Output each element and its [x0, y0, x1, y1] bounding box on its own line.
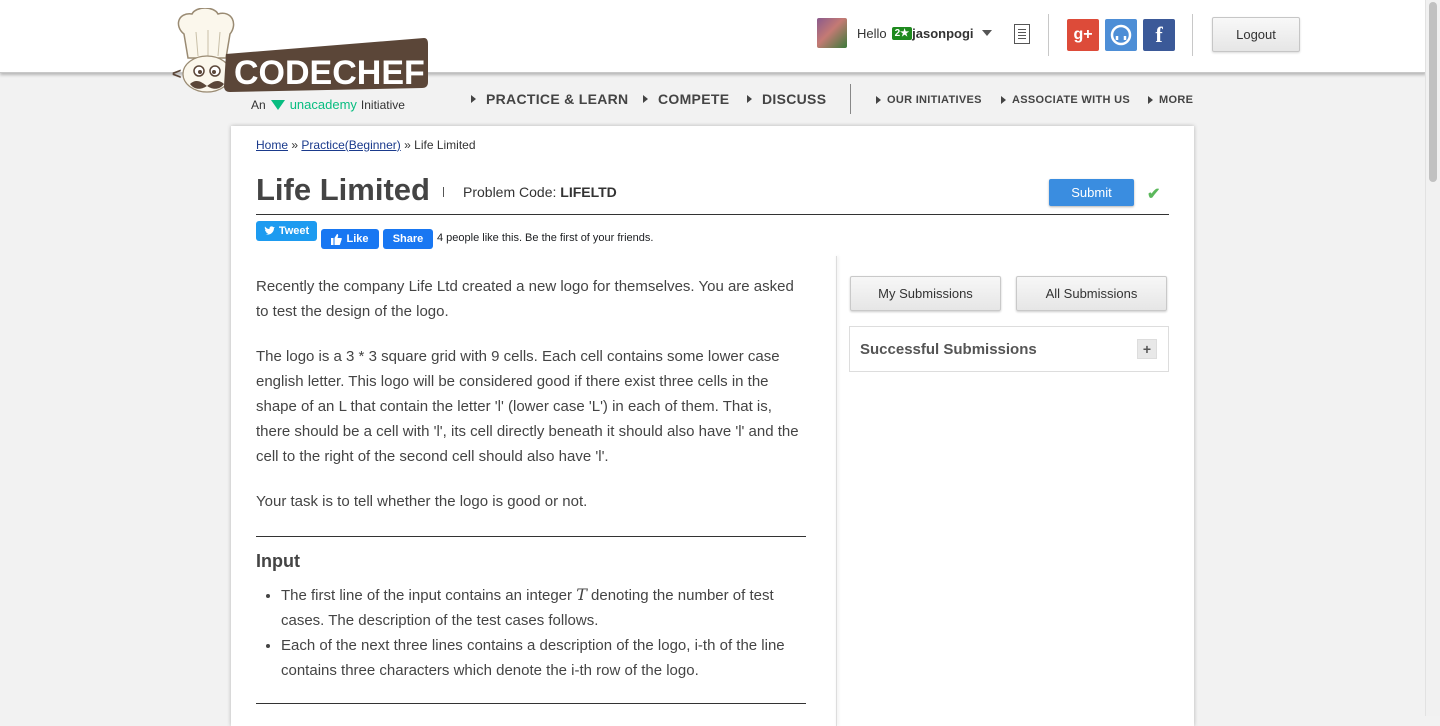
nav-discuss-label: DISCUSS — [762, 91, 827, 107]
username[interactable]: jasonpogi — [912, 26, 973, 41]
problem-code: Problem Code: LIFELTD — [463, 184, 617, 200]
nav-divider — [850, 84, 851, 114]
hello-text: Hello — [857, 25, 887, 41]
list-item: The first line of the input contains an … — [281, 582, 806, 633]
input-li1-a: The first line of the input contains an … — [281, 587, 573, 604]
fb-share-button[interactable]: Share — [383, 229, 433, 249]
google-plus-icon[interactable]: g+ — [1067, 19, 1099, 51]
fb-like-count-text: 4 people like this. Be the first of your… — [437, 232, 654, 244]
all-submissions-button[interactable]: All Submissions — [1016, 276, 1167, 311]
title-divider — [443, 187, 444, 197]
triangle-right-icon — [1001, 96, 1006, 104]
input-heading: Input — [256, 551, 300, 571]
unacademy-icon — [270, 99, 285, 110]
avatar[interactable] — [817, 18, 847, 48]
facebook-icon[interactable]: f — [1143, 19, 1175, 51]
statement-paragraph: Your task is to tell whether the logo is… — [256, 493, 588, 510]
logo-sub-brand: unacademy — [289, 97, 357, 112]
header-divider — [1192, 14, 1193, 56]
header-divider — [1048, 14, 1049, 56]
nav-associate-label: ASSOCIATE WITH US — [1012, 94, 1130, 106]
page-scrollbar[interactable] — [1425, 0, 1440, 716]
successful-submissions-panel[interactable]: Successful Submissions + — [849, 326, 1169, 372]
solved-check-icon: ✔ — [1147, 186, 1161, 203]
problem-card: Home » Practice(Beginner) » Life Limited… — [231, 126, 1194, 726]
thumbs-up-icon — [331, 233, 343, 245]
logo-sub-prefix: An — [251, 97, 266, 112]
list-item: Each of the next three lines contains a … — [281, 633, 806, 683]
twitter-bird-icon — [264, 226, 275, 235]
title-rule — [256, 214, 1169, 215]
nav-discuss[interactable]: DISCUSS — [747, 91, 826, 107]
chevron-down-icon[interactable] — [981, 30, 992, 36]
problem-statement: Recently the company Life Ltd created a … — [256, 274, 806, 716]
tweet-button[interactable]: Tweet — [256, 221, 317, 241]
logout-button[interactable]: Logout — [1212, 17, 1300, 52]
nav-more[interactable]: MORE — [1148, 94, 1193, 106]
column-divider — [836, 256, 837, 726]
breadcrumb-home[interactable]: Home — [256, 138, 288, 152]
successful-submissions-title: Successful Submissions — [860, 341, 1037, 358]
tweet-label: Tweet — [278, 225, 310, 237]
nav-initiatives-label: OUR INITIATIVES — [887, 94, 982, 106]
nav-associate[interactable]: ASSOCIATE WITH US — [1001, 94, 1130, 106]
nav-practice[interactable]: PRACTICE & LEARN — [471, 91, 628, 107]
triangle-right-icon — [876, 96, 881, 104]
submit-button[interactable]: Submit — [1049, 179, 1134, 206]
github-icon[interactable] — [1105, 19, 1137, 51]
user-menu[interactable]: Hello 2★ jasonpogi — [817, 18, 992, 48]
page-title: Life Limited — [256, 172, 430, 207]
nav-compete-label: COMPETE — [658, 91, 730, 107]
statement-paragraph: The logo is a 3 * 3 square grid with 9 c… — [256, 348, 799, 465]
logo-subtitle: An unacademy Initiative — [251, 97, 405, 112]
nav-initiatives[interactable]: OUR INITIATIVES — [876, 94, 982, 106]
input-list: The first line of the input contains an … — [256, 582, 806, 683]
problem-code-label: Problem Code: — [463, 184, 557, 200]
triangle-right-icon — [747, 95, 752, 103]
breadcrumb-sep: » — [404, 138, 411, 152]
breadcrumb-practice[interactable]: Practice(Beginner) — [301, 138, 400, 152]
my-submissions-button[interactable]: My Submissions — [850, 276, 1001, 311]
fb-like-button[interactable]: Like — [321, 229, 379, 249]
section-divider — [256, 536, 806, 537]
breadcrumb-sep: » — [291, 138, 299, 152]
logo-sub-suffix: Initiative — [360, 97, 405, 112]
math-variable: T — [576, 585, 587, 604]
expand-plus-icon[interactable]: + — [1137, 339, 1157, 359]
breadcrumb-current: Life Limited — [414, 138, 476, 152]
breadcrumb: Home » Practice(Beginner) » Life Limited — [256, 138, 476, 152]
triangle-right-icon — [643, 95, 648, 103]
problem-code-value: LIFELTD — [560, 184, 617, 200]
statement-paragraph: Recently the company Life Ltd created a … — [256, 278, 794, 320]
nav-compete[interactable]: COMPETE — [643, 91, 729, 107]
fb-like-label: Like — [346, 233, 369, 245]
document-icon[interactable] — [1014, 24, 1030, 44]
svg-text:<: < — [172, 66, 181, 83]
triangle-right-icon — [471, 95, 476, 103]
scrollbar-thumb[interactable] — [1429, 2, 1437, 182]
triangle-right-icon — [1148, 96, 1153, 104]
rating-star-badge: 2★ — [891, 26, 913, 40]
svg-text:CODECHEF: CODECHEF — [234, 54, 425, 92]
section-divider — [256, 703, 806, 704]
nav-practice-label: PRACTICE & LEARN — [486, 91, 629, 107]
nav-more-label: MORE — [1159, 94, 1194, 106]
